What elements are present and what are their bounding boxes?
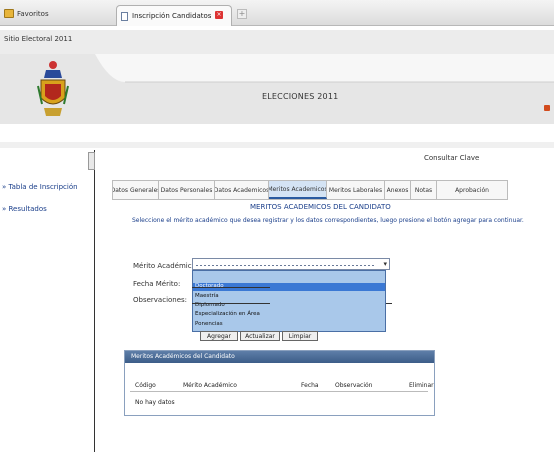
header-divider bbox=[0, 142, 554, 148]
favorites-button[interactable]: Favoritos bbox=[4, 7, 49, 20]
column-header-delete: Eliminar bbox=[409, 382, 434, 389]
header-spacer bbox=[0, 124, 554, 142]
sidebar-scroll-handle[interactable] bbox=[88, 152, 95, 170]
tab-general-data[interactable]: Datos Generales bbox=[113, 181, 159, 199]
tab-approval[interactable]: Aprobación bbox=[437, 181, 507, 199]
dropdown-option[interactable]: Ponencias bbox=[195, 321, 223, 327]
tab-attachments[interactable]: Anexos bbox=[385, 181, 411, 199]
results-panel: Meritos Académicos del Candidato Código … bbox=[124, 350, 435, 416]
page-title: ELECCIONES 2011 bbox=[262, 92, 339, 101]
section-title: MERITOS ACADEMICOS DEL CANDIDATO bbox=[250, 203, 391, 211]
chevron-down-icon[interactable]: ▾ bbox=[383, 260, 387, 268]
content-tabs: Datos Generales Datos Personales Datos A… bbox=[112, 180, 508, 200]
sidebar-item-registration-table[interactable]: » Tabla de Inscripción bbox=[2, 183, 78, 191]
column-header-code: Código bbox=[135, 382, 156, 389]
merit-select[interactable]: ▾ bbox=[192, 258, 390, 270]
instructions-text: Seleccione el mérito académico que desea… bbox=[132, 217, 524, 224]
results-panel-title: Meritos Académicos del Candidato bbox=[131, 353, 235, 360]
dropdown-option[interactable]: Maestría bbox=[195, 293, 219, 299]
column-header-observation: Observación bbox=[335, 382, 373, 389]
clear-button[interactable]: Limpiar bbox=[282, 331, 318, 341]
tab-work-merits[interactable]: Meritos Laborales bbox=[327, 181, 385, 199]
merit-label: Mérito Académico: bbox=[133, 262, 199, 270]
dropdown-option[interactable]: Especialización en Área bbox=[195, 311, 260, 317]
column-header-date: Fecha bbox=[301, 382, 319, 389]
date-field[interactable] bbox=[192, 287, 270, 288]
browser-tab[interactable]: Inscripción Candidatos × bbox=[116, 5, 232, 26]
tab-academic-data[interactable]: Datos Academicos bbox=[215, 181, 269, 199]
header-decoration bbox=[0, 54, 554, 124]
flag-icon bbox=[544, 105, 550, 111]
coat-of-arms-logo bbox=[37, 61, 69, 116]
close-tab-icon[interactable]: × bbox=[215, 11, 223, 19]
observations-label: Observaciones: bbox=[133, 296, 188, 304]
page-icon bbox=[121, 11, 128, 21]
results-panel-header: Meritos Académicos del Candidato bbox=[125, 351, 434, 363]
favorites-label: Favoritos bbox=[17, 9, 49, 18]
sidebar-item-results[interactable]: » Resultados bbox=[2, 205, 47, 213]
empty-message: No hay datos bbox=[135, 399, 175, 406]
add-button[interactable]: Agregar bbox=[200, 331, 238, 341]
merit-dropdown-list: Doctorado Maestría Diplomado Especializa… bbox=[192, 270, 386, 332]
browser-toolbar: Favoritos Inscripción Candidatos × + bbox=[0, 0, 554, 26]
new-tab-button[interactable]: + bbox=[237, 9, 247, 19]
tab-notes[interactable]: Notas bbox=[411, 181, 437, 199]
update-button[interactable]: Actualizar bbox=[240, 331, 280, 341]
sidebar-divider bbox=[94, 150, 95, 452]
observations-field-end bbox=[386, 303, 392, 304]
consult-key-link[interactable]: Consultar Clave bbox=[424, 154, 479, 162]
app-tab-strip: Sitio Electoral 2011 bbox=[0, 30, 554, 54]
date-label: Fecha Mérito: bbox=[133, 280, 181, 288]
browser-tab-title: Inscripción Candidatos bbox=[132, 12, 212, 20]
table-divider bbox=[130, 391, 428, 392]
column-header-merit: Mérito Académico bbox=[183, 382, 237, 389]
star-folder-icon bbox=[4, 9, 14, 18]
tab-personal-data[interactable]: Datos Personales bbox=[159, 181, 215, 199]
app-tab-label[interactable]: Sitio Electoral 2011 bbox=[4, 35, 72, 43]
tab-academic-merits[interactable]: Meritos Academicos bbox=[269, 181, 327, 199]
observations-field[interactable] bbox=[192, 303, 270, 304]
